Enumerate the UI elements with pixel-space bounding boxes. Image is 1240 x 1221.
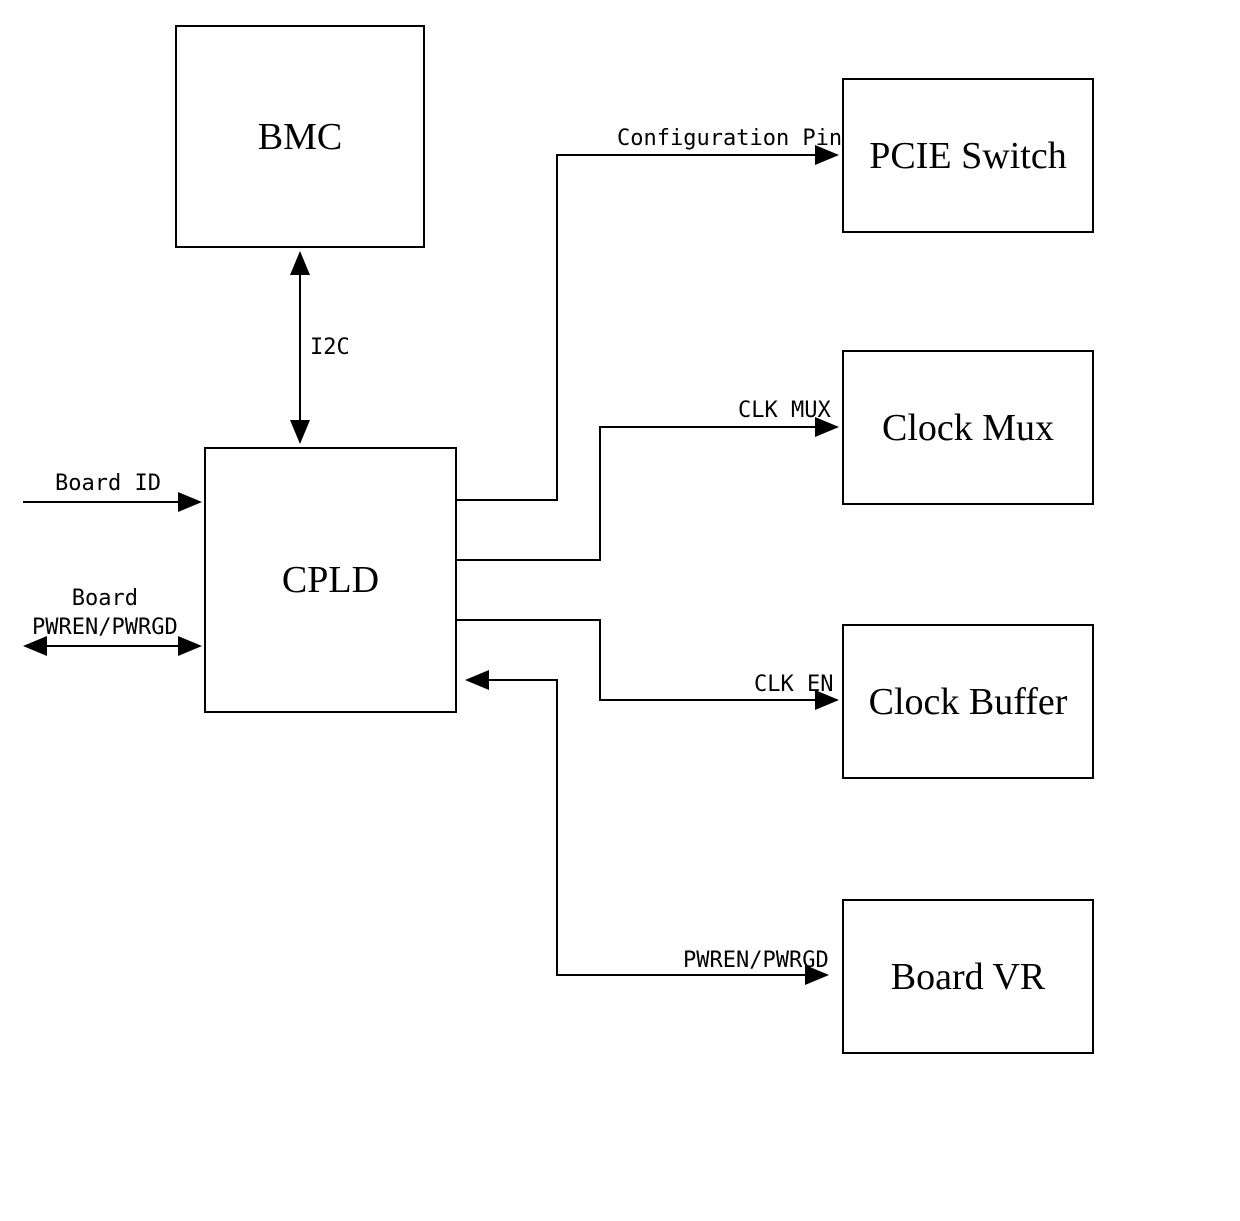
clk-en-signal-label: CLK EN <box>754 672 833 697</box>
clock-mux-label: Clock Mux <box>882 406 1054 450</box>
bmc-block: BMC <box>175 25 425 248</box>
pcie-switch-block: PCIE Switch <box>842 78 1094 233</box>
clk-mux-signal-label: CLK MUX <box>738 398 831 423</box>
cpld-label: CPLD <box>282 558 379 602</box>
pwren-pwrgd-signal-label: PWREN/PWRGD <box>683 948 829 973</box>
board-vr-label: Board VR <box>891 955 1045 999</box>
bmc-label: BMC <box>258 115 342 159</box>
i2c-signal-label: I2C <box>310 335 350 360</box>
board-pwren-pwrgd-input-label: Board PWREN/PWRGD <box>32 585 178 642</box>
clock-buffer-block: Clock Buffer <box>842 624 1094 779</box>
configuration-pin-signal-label: Configuration Pin <box>617 126 842 151</box>
clock-buffer-label: Clock Buffer <box>869 680 1068 724</box>
board-id-input-label: Board ID <box>55 470 161 499</box>
cpld-block: CPLD <box>204 447 457 713</box>
clock-mux-block: Clock Mux <box>842 350 1094 505</box>
pcie-switch-label: PCIE Switch <box>869 134 1066 178</box>
board-vr-block: Board VR <box>842 899 1094 1054</box>
